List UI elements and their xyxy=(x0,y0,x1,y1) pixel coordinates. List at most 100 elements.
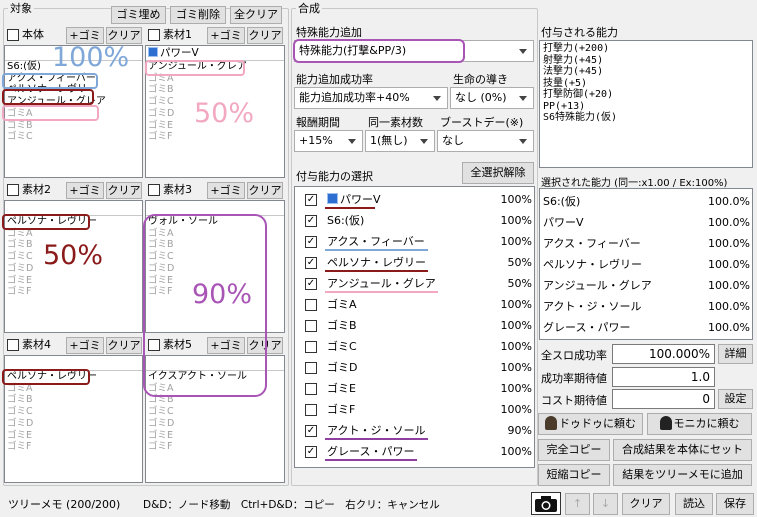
selected-row[interactable]: アクス・フィーバー 100.0% xyxy=(540,233,752,254)
ability-checkbox[interactable]: ✓ xyxy=(305,236,317,248)
move-up-button[interactable]: ↑ xyxy=(565,493,590,515)
slot-mat2-checkbox[interactable]: 素材2 xyxy=(7,182,51,197)
list-item[interactable]: ゴミD xyxy=(5,418,142,430)
add-memo-button[interactable]: 結果をツリーメモに追加 xyxy=(613,464,752,486)
move-down-button[interactable]: ↓ xyxy=(593,493,618,515)
ability-checkbox[interactable]: ✓ xyxy=(305,278,317,290)
setting-button[interactable]: 設定 xyxy=(718,389,753,409)
list-item[interactable]: ゴミF xyxy=(5,441,142,453)
cost-field[interactable]: 0 xyxy=(612,389,715,409)
memo-clear-button[interactable]: クリア xyxy=(622,493,670,515)
slot-mat4-add-gomi-button[interactable]: +ゴミ xyxy=(66,337,104,354)
ability-row[interactable]: ゴミE 100% xyxy=(295,378,534,399)
list-item[interactable]: ゴミD xyxy=(146,418,284,430)
list-item[interactable]: ゴミC xyxy=(146,406,284,418)
selected-row[interactable]: パワーV 100.0% xyxy=(540,212,752,233)
bonus-select[interactable]: +15% xyxy=(294,130,363,152)
camera-button[interactable] xyxy=(531,492,561,515)
annotation-main: 100% xyxy=(52,42,130,73)
dodoo-button[interactable]: ドゥドゥに頼む xyxy=(538,413,643,435)
detail-button[interactable]: 詳細 xyxy=(718,344,753,364)
clear-all-button[interactable]: 全クリア xyxy=(230,6,282,24)
fill-gomi-button[interactable]: ゴミ埋め xyxy=(111,6,166,24)
ability-row[interactable]: ✓ ペルソナ・レヴリー 50% xyxy=(295,252,534,273)
ability-checkbox[interactable]: ✓ xyxy=(305,446,317,458)
ability-checkbox[interactable] xyxy=(305,383,317,395)
slot-mat3-clear-button[interactable]: クリア xyxy=(247,182,283,199)
list-item[interactable]: ゴミF xyxy=(146,131,284,143)
slot-mat1-checkbox[interactable]: 素材1 xyxy=(148,27,192,42)
list-item[interactable]: ゴミE xyxy=(146,430,284,442)
slot-mat1-clear-button[interactable]: クリア xyxy=(247,27,283,44)
list-item[interactable]: ゴミF xyxy=(146,441,284,453)
monika-button[interactable]: モニカに頼む xyxy=(647,413,752,435)
slot-mat3-checkbox[interactable]: 素材3 xyxy=(148,182,192,197)
ability-checkbox[interactable] xyxy=(305,341,317,353)
ability-row[interactable]: ゴミD 100% xyxy=(295,357,534,378)
list-item[interactable]: ゴミE xyxy=(5,275,142,287)
slot-main-checkbox[interactable]: 本体 xyxy=(7,27,44,42)
selected-label: 選択された能力 (同一:x1.00 / Ex:100%) xyxy=(541,178,728,189)
ability-row[interactable]: ✓ S6:(仮) 100% xyxy=(295,210,534,231)
ability-row[interactable]: ✓ アクス・フィーバー 100% xyxy=(295,231,534,252)
ability-row[interactable]: ✓ アクト・ジ・ソール 90% xyxy=(295,420,534,441)
rate-select[interactable]: 能力追加成功率+40% xyxy=(294,87,448,109)
boost-select[interactable]: なし xyxy=(437,130,534,152)
ability-checkbox[interactable]: ✓ xyxy=(305,425,317,437)
selected-row[interactable]: グレース・パワー 100.0% xyxy=(540,317,752,338)
selected-row[interactable]: アンジュール・グレア 100.0% xyxy=(540,275,752,296)
slot-mat4-checkbox[interactable]: 素材4 xyxy=(7,337,51,352)
ability-value: 100% xyxy=(500,361,532,374)
slot-mat2-add-gomi-button[interactable]: +ゴミ xyxy=(66,182,104,199)
ability-row[interactable]: ゴミC 100% xyxy=(295,336,534,357)
slot-mat4-clear-button[interactable]: クリア xyxy=(106,337,142,354)
ability-list[interactable]: ✓ パワーV 100% ✓ S6:(仮) 100% ✓ アクス・フィーバー 100% ✓ ペルソナ・… xyxy=(294,186,535,468)
short-copy-button[interactable]: 短縮コピー xyxy=(538,464,610,486)
ability-row[interactable]: ゴミF 100% xyxy=(295,399,534,420)
list-item[interactable]: ゴミC xyxy=(5,131,142,143)
slot-mat2-clear-button[interactable]: クリア xyxy=(106,182,142,199)
ability-row[interactable]: ✓ グレース・パワー 100% xyxy=(295,441,534,462)
load-button[interactable]: 読込 xyxy=(675,493,713,515)
list-item[interactable]: ゴミE xyxy=(5,430,142,442)
boost-label: ブーストデー(※) xyxy=(440,116,524,129)
full-copy-button[interactable]: 完全コピー xyxy=(538,439,610,461)
ability-checkbox[interactable]: ✓ xyxy=(305,194,317,206)
ability-name: アンジュール・グレア xyxy=(327,277,436,290)
ability-value: 50% xyxy=(507,277,532,290)
list-item[interactable]: ゴミF xyxy=(5,286,142,298)
ability-underline xyxy=(325,207,375,209)
guide-select[interactable]: なし (0%) xyxy=(450,87,534,109)
ability-checkbox[interactable]: ✓ xyxy=(305,257,317,269)
list-item[interactable]: ゴミC xyxy=(5,406,142,418)
ability-checkbox[interactable] xyxy=(305,404,317,416)
annotation-mat1: 50% xyxy=(194,98,255,129)
slot-mat1-add-gomi-button[interactable]: +ゴミ xyxy=(207,27,245,44)
selected-row[interactable]: アクト・ジ・ソール 100.0% xyxy=(540,296,752,317)
ability-row[interactable]: ✓ アンジュール・グレア 50% xyxy=(295,273,534,294)
ability-checkbox[interactable] xyxy=(305,299,317,311)
list-item[interactable]: ゴミB xyxy=(5,394,142,406)
ability-row[interactable]: ✓ パワーV 100% xyxy=(295,189,534,210)
selected-row[interactable]: ペルソナ・レヴリー 100.0% xyxy=(540,254,752,275)
list-item[interactable]: ゴミB xyxy=(146,84,284,96)
set-result-button[interactable]: 合成結果を本体にセット xyxy=(613,439,752,461)
expect-field[interactable]: 1.0 xyxy=(612,367,715,387)
save-button[interactable]: 保存 xyxy=(716,493,754,515)
ability-checkbox[interactable] xyxy=(305,320,317,332)
selected-list[interactable]: S6:(仮) 100.0% パワーV 100.0% アクス・フィーバー 100.0% ペルソ… xyxy=(539,188,753,340)
slot-mat2-label: 素材2 xyxy=(22,183,51,196)
ability-checkbox[interactable]: ✓ xyxy=(305,215,317,227)
ability-checkbox[interactable] xyxy=(305,362,317,374)
same-select[interactable]: 1(無し) xyxy=(365,130,435,152)
selected-row[interactable]: S6:(仮) 100.0% xyxy=(540,191,752,212)
list-item[interactable]: ゴミB xyxy=(5,120,142,132)
delete-gomi-button[interactable]: ゴミ削除 xyxy=(170,6,226,24)
ability-name: ゴミB xyxy=(327,319,357,332)
ability-row[interactable]: ゴミB 100% xyxy=(295,315,534,336)
ability-row[interactable]: ゴミA 100% xyxy=(295,294,534,315)
same-label: 同一素材数 xyxy=(368,116,423,129)
slot-mat3-add-gomi-button[interactable]: +ゴミ xyxy=(207,182,245,199)
deselect-all-button[interactable]: 全選択解除 xyxy=(462,162,534,184)
all-slot-field[interactable]: 100.000% xyxy=(612,344,715,364)
